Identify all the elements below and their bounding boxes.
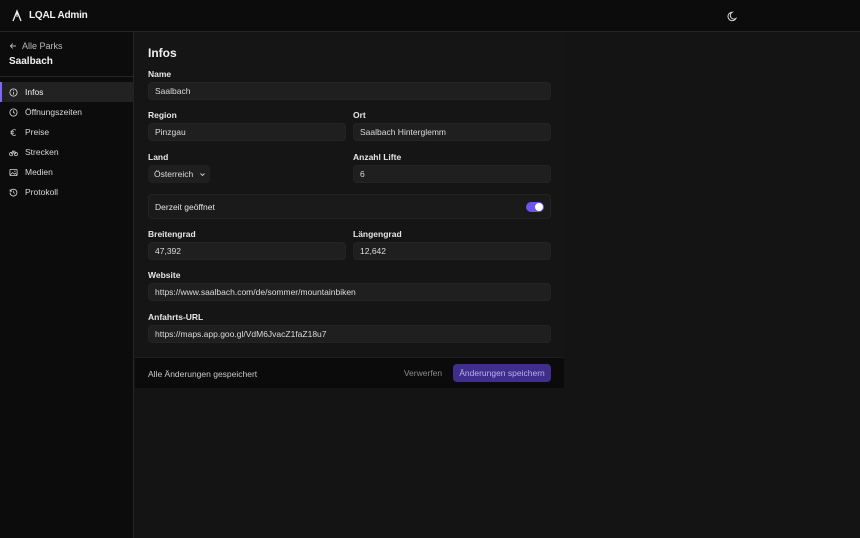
park-title: Saalbach bbox=[9, 56, 53, 67]
website-label: Website bbox=[148, 270, 181, 280]
top-bar: LQAL Admin bbox=[0, 0, 860, 32]
back-link-label: Alle Parks bbox=[22, 41, 63, 51]
bike-icon bbox=[9, 149, 18, 156]
sidebar-nav: Infos Öffnungszeiten Preise Strecken Med… bbox=[0, 82, 134, 202]
main-content: Infos Name Saalbach Region Pinzgau Ort S… bbox=[135, 32, 860, 538]
ort-input[interactable]: Saalbach Hinterglemm bbox=[353, 123, 551, 141]
sidebar: Alle Parks Saalbach Infos Öffnungszeiten bbox=[0, 32, 134, 538]
sidebar-item-strecken[interactable]: Strecken bbox=[0, 142, 134, 162]
sidebar-item-label: Strecken bbox=[25, 147, 59, 157]
breitengrad-label: Breitengrad bbox=[148, 229, 196, 239]
open-toggle-row: Derzeit geöffnet bbox=[148, 194, 551, 219]
chevron-down-icon bbox=[200, 172, 206, 176]
clock-icon bbox=[9, 107, 18, 117]
breitengrad-input[interactable]: 47,392 bbox=[148, 242, 346, 260]
save-status-text: Alle Änderungen gespeichert bbox=[148, 369, 258, 379]
sidebar-item-protokoll[interactable]: Protokoll bbox=[0, 182, 134, 202]
laengengrad-label: Längengrad bbox=[353, 229, 402, 239]
laengengrad-input[interactable]: 12,642 bbox=[353, 242, 551, 260]
page-title: Infos bbox=[148, 46, 177, 60]
info-icon bbox=[9, 87, 18, 97]
region-input[interactable]: Pinzgau bbox=[148, 123, 346, 141]
name-input[interactable]: Saalbach bbox=[148, 82, 551, 100]
lifte-label: Anzahl Lifte bbox=[353, 152, 402, 162]
arrow-left-icon bbox=[9, 43, 16, 49]
sidebar-divider bbox=[0, 76, 134, 77]
sidebar-item-label: Öffnungszeiten bbox=[25, 107, 83, 117]
history-icon bbox=[9, 188, 18, 196]
region-label: Region bbox=[148, 110, 177, 120]
logo-icon bbox=[12, 9, 22, 22]
land-label: Land bbox=[148, 152, 169, 162]
sidebar-item-medien[interactable]: Medien bbox=[0, 162, 134, 182]
website-input[interactable]: https://www.saalbach.com/de/sommer/mount… bbox=[148, 283, 551, 301]
sidebar-item-oeffnungszeiten[interactable]: Öffnungszeiten bbox=[0, 102, 134, 122]
save-changes-button[interactable]: Änderungen speichern bbox=[453, 364, 551, 382]
sidebar-item-label: Preise bbox=[25, 127, 50, 137]
open-toggle-switch[interactable] bbox=[526, 202, 544, 212]
image-icon bbox=[9, 168, 18, 176]
land-select-value: Österreich bbox=[154, 169, 194, 179]
sidebar-item-label: Medien bbox=[25, 167, 53, 177]
moon-icon[interactable] bbox=[726, 9, 740, 23]
sidebar-item-label: Protokoll bbox=[25, 187, 59, 197]
euro-icon bbox=[10, 128, 17, 136]
open-toggle-label: Derzeit geöffnet bbox=[155, 201, 215, 212]
ort-label: Ort bbox=[353, 110, 366, 120]
sidebar-item-infos[interactable]: Infos bbox=[0, 82, 134, 102]
form-footer: Alle Änderungen gespeichert Verwerfen Än… bbox=[135, 357, 564, 388]
sidebar-item-preise[interactable]: Preise bbox=[0, 122, 134, 142]
back-to-parks-link[interactable]: Alle Parks bbox=[9, 41, 63, 51]
infos-form: Infos Name Saalbach Region Pinzgau Ort S… bbox=[135, 32, 564, 388]
anfahrt-label: Anfahrts-URL bbox=[148, 312, 204, 322]
anfahrt-url-input[interactable]: https://maps.app.goo.gl/VdM6JvacZ1faZ18u… bbox=[148, 325, 551, 343]
discard-button[interactable]: Verwerfen bbox=[398, 364, 448, 382]
sidebar-item-label: Infos bbox=[25, 87, 44, 97]
land-select[interactable]: Österreich bbox=[148, 165, 210, 183]
lifte-input[interactable]: 6 bbox=[353, 165, 551, 183]
app-title: LQAL Admin bbox=[29, 10, 88, 21]
name-label: Name bbox=[148, 69, 172, 79]
